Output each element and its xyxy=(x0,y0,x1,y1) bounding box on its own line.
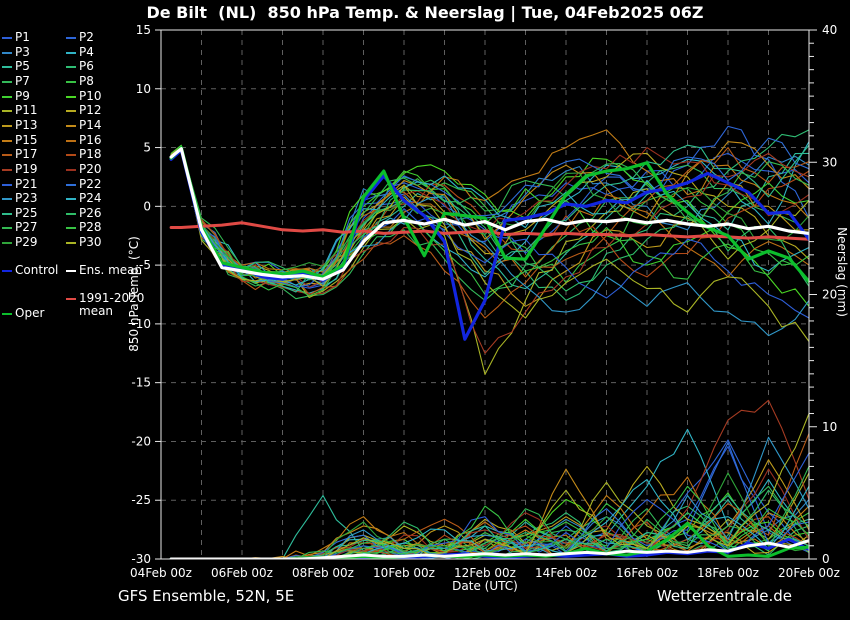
left-tick-label: 15 xyxy=(136,23,151,37)
series-area xyxy=(169,125,809,559)
right-axis-title: Neerslag (mm) xyxy=(835,227,849,317)
x-tick-label: 20Feb 00z xyxy=(778,566,840,580)
member-temp-line-P29 xyxy=(170,150,809,277)
ensemble-plot: 151050-5-10-15-20-25-30 01020304004Feb 00… xyxy=(127,23,849,593)
left-tick-label: -20 xyxy=(131,434,151,448)
member-precip-line-P29 xyxy=(170,472,809,559)
right-tick-label: 0 xyxy=(822,552,830,566)
member-precip-line-P12 xyxy=(170,465,809,559)
x-axis-title: Date (UTC) xyxy=(452,579,518,593)
member-precip-lines xyxy=(170,399,809,559)
right-tick-label: 10 xyxy=(822,420,837,434)
x-tick-label: 06Feb 00z xyxy=(211,566,273,580)
wetterzentrale-ensemble-page: De Bilt (NL) 850 hPa Temp. & Neerslag | … xyxy=(0,0,850,620)
x-tick-label: 18Feb 00z xyxy=(697,566,759,580)
left-axis-title: 850 hPa Temp. (°C) xyxy=(127,236,141,352)
left-tick-label: 10 xyxy=(136,82,151,96)
x-tick-label: 10Feb 00z xyxy=(373,566,435,580)
x-tick-label: 14Feb 00z xyxy=(535,566,597,580)
left-tick-label: -15 xyxy=(131,376,151,390)
x-tick-label: 08Feb 00z xyxy=(292,566,354,580)
member-precip-line-P27 xyxy=(170,465,809,559)
left-tick-label: -30 xyxy=(131,552,151,566)
member-precip-line-P11 xyxy=(170,472,809,559)
right-tick-label: 40 xyxy=(822,23,837,37)
x-tick-label: 04Feb 00z xyxy=(130,566,192,580)
x-tick-label: 16Feb 00z xyxy=(616,566,678,580)
member-temp-lines xyxy=(170,125,809,375)
footer-model-label: GFS Ensemble, 52N, 5E xyxy=(118,587,295,605)
left-tick-label: 5 xyxy=(143,141,151,155)
left-tick-label: -25 xyxy=(131,493,151,507)
footer-site-label: Wetterzentrale.de xyxy=(656,587,792,605)
left-tick-label: 0 xyxy=(143,199,151,213)
right-tick-label: 30 xyxy=(822,155,837,169)
right-tick-label: 20 xyxy=(822,288,837,302)
x-tick-label: 12Feb 00z xyxy=(454,566,516,580)
member-temp-line-P3 xyxy=(170,148,809,286)
